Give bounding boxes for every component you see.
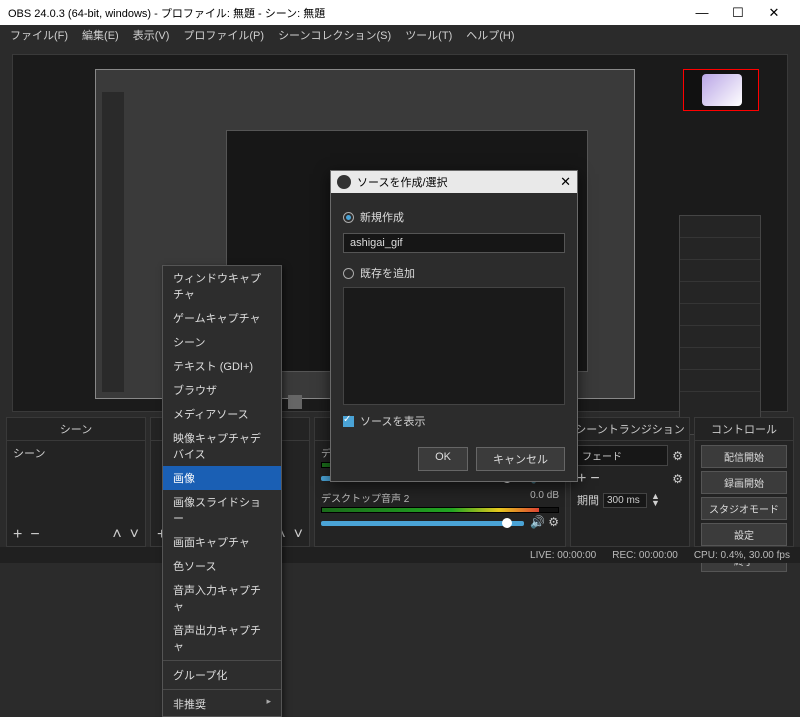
mixer-track-2: デスクトップ音声 2 0.0 dB 🔊 ⚙ bbox=[321, 490, 559, 529]
menu-tools[interactable]: ツール(T) bbox=[399, 25, 458, 45]
transition-duration-stepper[interactable]: ▲▼ bbox=[651, 493, 660, 507]
ctx-video-capture[interactable]: 映像キャプチャデバイス bbox=[163, 426, 281, 466]
mixer-track-2-mute-icon[interactable]: 🔊 bbox=[530, 515, 545, 529]
make-visible-row[interactable]: ソースを表示 bbox=[343, 413, 565, 429]
settings-button[interactable]: 設定 bbox=[701, 523, 787, 546]
ctx-media-source[interactable]: メディアソース bbox=[163, 402, 281, 426]
ctx-window-capture[interactable]: ウィンドウキャプチャ bbox=[163, 266, 281, 306]
make-visible-label: ソースを表示 bbox=[360, 413, 425, 429]
mixer-track-2-gear-icon[interactable]: ⚙ bbox=[548, 515, 559, 529]
dialog-app-icon bbox=[337, 175, 351, 189]
add-source-context-menu: ウィンドウキャプチャ ゲームキャプチャ シーン テキスト (GDI+) ブラウザ… bbox=[162, 265, 282, 717]
transition-gear-icon[interactable]: ⚙ bbox=[672, 472, 683, 486]
menubar: ファイル(F) 編集(E) 表示(V) プロファイル(P) シーンコレクション(… bbox=[0, 25, 800, 45]
radio-add-existing-row[interactable]: 既存を追加 bbox=[343, 265, 565, 281]
status-cpu: CPU: 0.4%, 30.00 fps bbox=[694, 550, 790, 561]
controls-panel-title: コントロール bbox=[695, 418, 793, 441]
ctx-game-capture[interactable]: ゲームキャプチャ bbox=[163, 306, 281, 330]
dialog-close-button[interactable]: ✕ bbox=[560, 174, 571, 190]
ctx-group[interactable]: グループ化 bbox=[163, 663, 281, 687]
controls-panel: コントロール 配信開始 録画開始 スタジオモード 設定 終了 bbox=[694, 417, 794, 547]
transition-settings-icon[interactable]: ⚙ bbox=[672, 449, 683, 463]
maximize-button[interactable]: ☐ bbox=[720, 0, 756, 25]
radio-add-existing-label: 既存を追加 bbox=[360, 265, 415, 281]
window-titlebar: OBS 24.0.3 (64-bit, windows) - プロファイル: 無… bbox=[0, 0, 800, 25]
menu-scene-collection[interactable]: シーンコレクション(S) bbox=[272, 25, 397, 45]
scenes-panel: シーン シーン + − ˄ ˅ bbox=[6, 417, 146, 547]
transition-add-button[interactable]: + bbox=[577, 470, 586, 488]
ctx-screen-capture[interactable]: 画面キャプチャ bbox=[163, 530, 281, 554]
ctx-image-slideshow[interactable]: 画像スライドショー bbox=[163, 490, 281, 530]
studio-mode-button[interactable]: スタジオモード bbox=[701, 497, 787, 520]
radio-create-new-label: 新規作成 bbox=[360, 209, 404, 225]
start-record-button[interactable]: 録画開始 bbox=[701, 471, 787, 494]
dialog-titlebar: ソースを作成/選択 ✕ bbox=[331, 171, 577, 193]
scene-up-button[interactable]: ˄ bbox=[112, 526, 121, 544]
dialog-cancel-button[interactable]: キャンセル bbox=[476, 447, 565, 471]
preview-overlay-thumbnail bbox=[683, 69, 759, 111]
toolbar-icon bbox=[288, 395, 302, 409]
mixer-track-2-db: 0.0 dB bbox=[530, 490, 559, 505]
source-down-button[interactable]: ˅ bbox=[294, 526, 303, 544]
mixer-track-2-meter bbox=[321, 507, 559, 513]
dialog-ok-button[interactable]: OK bbox=[418, 447, 468, 471]
status-bar: LIVE: 00:00:00 REC: 00:00:00 CPU: 0.4%, … bbox=[0, 547, 800, 563]
transition-select[interactable]: フェード bbox=[577, 445, 668, 466]
scene-down-button[interactable]: ˅ bbox=[130, 526, 139, 544]
mixer-track-2-slider[interactable] bbox=[321, 521, 524, 526]
source-name-input[interactable] bbox=[343, 233, 565, 253]
close-button[interactable]: ✕ bbox=[756, 0, 792, 25]
scene-remove-button[interactable]: − bbox=[30, 526, 39, 544]
radio-create-new[interactable] bbox=[343, 212, 354, 223]
transition-duration-input[interactable] bbox=[603, 493, 647, 508]
radio-add-existing[interactable] bbox=[343, 268, 354, 279]
ctx-color-source[interactable]: 色ソース bbox=[163, 554, 281, 578]
scenes-panel-title: シーン bbox=[7, 418, 145, 441]
dialog-title-text: ソースを作成/選択 bbox=[357, 174, 448, 190]
make-visible-checkbox[interactable] bbox=[343, 416, 354, 427]
transitions-panel: シーントランジション フェード ⚙ + − ⚙ 期間 ▲▼ bbox=[570, 417, 690, 547]
menu-view[interactable]: 表示(V) bbox=[127, 25, 176, 45]
window-title: OBS 24.0.3 (64-bit, windows) - プロファイル: 無… bbox=[8, 5, 684, 21]
radio-create-new-row[interactable]: 新規作成 bbox=[343, 209, 565, 225]
preview-layers-strip bbox=[679, 215, 761, 435]
start-stream-button[interactable]: 配信開始 bbox=[701, 445, 787, 468]
menu-profile[interactable]: プロファイル(P) bbox=[177, 25, 270, 45]
transition-duration-label: 期間 bbox=[577, 492, 599, 508]
status-rec: REC: 00:00:00 bbox=[612, 550, 678, 561]
ctx-text-gdi[interactable]: テキスト (GDI+) bbox=[163, 354, 281, 378]
menu-help[interactable]: ヘルプ(H) bbox=[460, 25, 520, 45]
status-live: LIVE: 00:00:00 bbox=[530, 550, 596, 561]
transitions-panel-title: シーントランジション bbox=[571, 418, 689, 441]
scene-add-button[interactable]: + bbox=[13, 526, 22, 544]
existing-sources-list[interactable] bbox=[343, 287, 565, 405]
ctx-image[interactable]: 画像 bbox=[163, 466, 281, 490]
ctx-audio-output[interactable]: 音声出力キャプチャ bbox=[163, 618, 281, 658]
ctx-deprecated[interactable]: 非推奨 bbox=[163, 692, 281, 716]
ctx-audio-input[interactable]: 音声入力キャプチャ bbox=[163, 578, 281, 618]
transition-remove-button[interactable]: − bbox=[590, 470, 599, 488]
menu-edit[interactable]: 編集(E) bbox=[76, 25, 125, 45]
ctx-scene[interactable]: シーン bbox=[163, 330, 281, 354]
create-source-dialog: ソースを作成/選択 ✕ 新規作成 既存を追加 ソースを表示 OK キャンセル bbox=[330, 170, 578, 482]
mixer-track-2-name: デスクトップ音声 2 bbox=[321, 490, 409, 505]
minimize-button[interactable]: — bbox=[684, 0, 720, 25]
menu-file[interactable]: ファイル(F) bbox=[4, 25, 74, 45]
ctx-browser[interactable]: ブラウザ bbox=[163, 378, 281, 402]
scene-list-item[interactable]: シーン bbox=[13, 445, 139, 461]
